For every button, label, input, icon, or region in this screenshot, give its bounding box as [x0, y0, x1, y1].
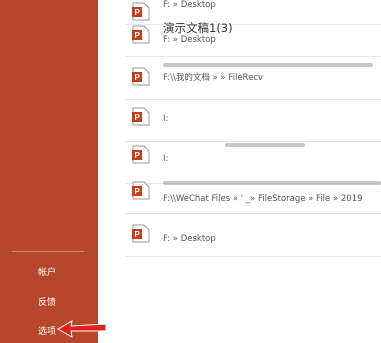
obscured-file-name — [225, 143, 305, 147]
sidebar-divider — [12, 251, 84, 252]
svg-text:P: P — [135, 73, 141, 82]
obscured-file-name — [163, 63, 373, 67]
file-path: F:\\WeChat Files » ' _» FileStorage » Fi… — [163, 194, 363, 204]
red-arrow-icon — [56, 320, 107, 338]
file-path: F:\\我的文档 » » FileRecv — [163, 73, 264, 83]
recent-file-item[interactable]: P F:\\我的文档 » » FileRecv — [125, 57, 381, 100]
sidebar-item-options[interactable]: 选项 — [38, 324, 56, 337]
svg-text:P: P — [135, 31, 141, 40]
powerpoint-file-icon: P — [132, 107, 150, 126]
file-path: F: » Desktop — [163, 35, 216, 45]
file-path: I: — [163, 154, 169, 164]
powerpoint-file-icon: P — [132, 25, 150, 44]
svg-text:P: P — [135, 151, 141, 160]
sidebar-item-feedback[interactable]: 反馈 — [38, 295, 56, 308]
file-name: 演示文稿1(3) — [163, 21, 233, 35]
svg-text:P: P — [135, 187, 141, 196]
file-path: I: — [163, 114, 169, 124]
recent-file-item[interactable]: P F: » Desktop — [125, 214, 381, 257]
recent-file-item[interactable]: P F:\\WeChat Files » ' _» FileStorage » … — [125, 171, 381, 214]
recent-files-list: P F: » Desktop P 演示文稿1(3) F: » Desktop P… — [125, 0, 381, 343]
file-path: F: » Desktop — [163, 0, 216, 10]
svg-text:P: P — [135, 230, 141, 239]
recent-file-item[interactable]: P I: — [125, 99, 381, 142]
powerpoint-file-icon: P — [132, 224, 150, 243]
powerpoint-file-icon: P — [132, 67, 150, 86]
obscured-file-name — [163, 181, 381, 185]
powerpoint-file-icon: P — [132, 181, 150, 200]
svg-text:P: P — [135, 113, 141, 122]
sidebar-item-account[interactable]: 帐户 — [38, 265, 56, 278]
powerpoint-file-icon: P — [132, 145, 150, 164]
backstage-sidebar: 帐户 反馈 选项 — [0, 0, 98, 343]
recent-file-item[interactable]: P 演示文稿1(3) F: » Desktop — [125, 14, 381, 57]
file-path: F: » Desktop — [163, 234, 216, 244]
